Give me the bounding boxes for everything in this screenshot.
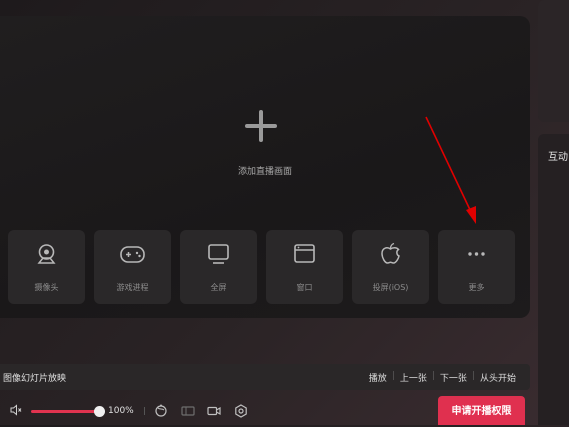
volume-percent: 100%: [108, 406, 134, 416]
beauty-filter-icon[interactable]: [154, 404, 168, 418]
screen-record-icon[interactable]: [181, 404, 195, 418]
video-camera-icon[interactable]: [207, 404, 221, 418]
restart-button[interactable]: 从头开始: [480, 371, 516, 384]
monitor-icon: [208, 244, 229, 264]
gamepad-icon: [120, 246, 145, 263]
source-label: 摄像头: [34, 283, 59, 292]
settings-gear-icon[interactable]: [234, 404, 248, 418]
source-label: 更多: [468, 283, 485, 292]
apple-icon: [381, 242, 400, 264]
right-top-panel: [538, 0, 569, 122]
source-label: 全屏: [210, 283, 227, 292]
speaker-icon[interactable]: [10, 404, 22, 416]
prev-slide-button[interactable]: 上一张: [400, 371, 427, 384]
source-label: 投屏(iOS): [372, 283, 409, 292]
interaction-panel: 互动: [538, 134, 569, 425]
volume-slider-track[interactable]: [31, 410, 99, 413]
source-label: 游戏进程: [116, 283, 149, 292]
slideshow-controls: 播放 | 上一张 | 下一张 | 从头开始: [368, 371, 516, 384]
plus-icon[interactable]: [245, 110, 277, 142]
interaction-panel-title: 互动: [548, 152, 568, 163]
play-button[interactable]: 播放: [369, 371, 387, 384]
add-source-label: 添加直播画面: [237, 167, 292, 177]
window-icon: [294, 244, 315, 263]
source-window-button[interactable]: 窗口: [266, 230, 343, 304]
slideshow-bar: 图像幻灯片放映 播放 | 上一张 | 下一张 | 从头开始: [0, 364, 530, 390]
source-game-button[interactable]: 游戏进程: [94, 230, 171, 304]
preview-panel: 添加直播画面 摄像头 游戏进程 全屏 窗口 投屏(iOS) 更多: [0, 16, 530, 318]
volume-slider-handle[interactable]: [94, 406, 105, 417]
webcam-icon: [37, 244, 56, 264]
source-more-button[interactable]: 更多: [438, 230, 515, 304]
divider: [144, 407, 145, 415]
source-label: 窗口: [296, 283, 313, 292]
source-webcam-button[interactable]: 摄像头: [8, 230, 85, 304]
more-icon: [468, 252, 485, 256]
source-ios-cast-button[interactable]: 投屏(iOS): [352, 230, 429, 304]
next-slide-button[interactable]: 下一张: [440, 371, 467, 384]
slideshow-title: 图像幻灯片放映: [3, 374, 67, 384]
source-fullscreen-button[interactable]: 全屏: [180, 230, 257, 304]
apply-broadcast-permission-button[interactable]: 申请开播权限: [438, 396, 525, 425]
